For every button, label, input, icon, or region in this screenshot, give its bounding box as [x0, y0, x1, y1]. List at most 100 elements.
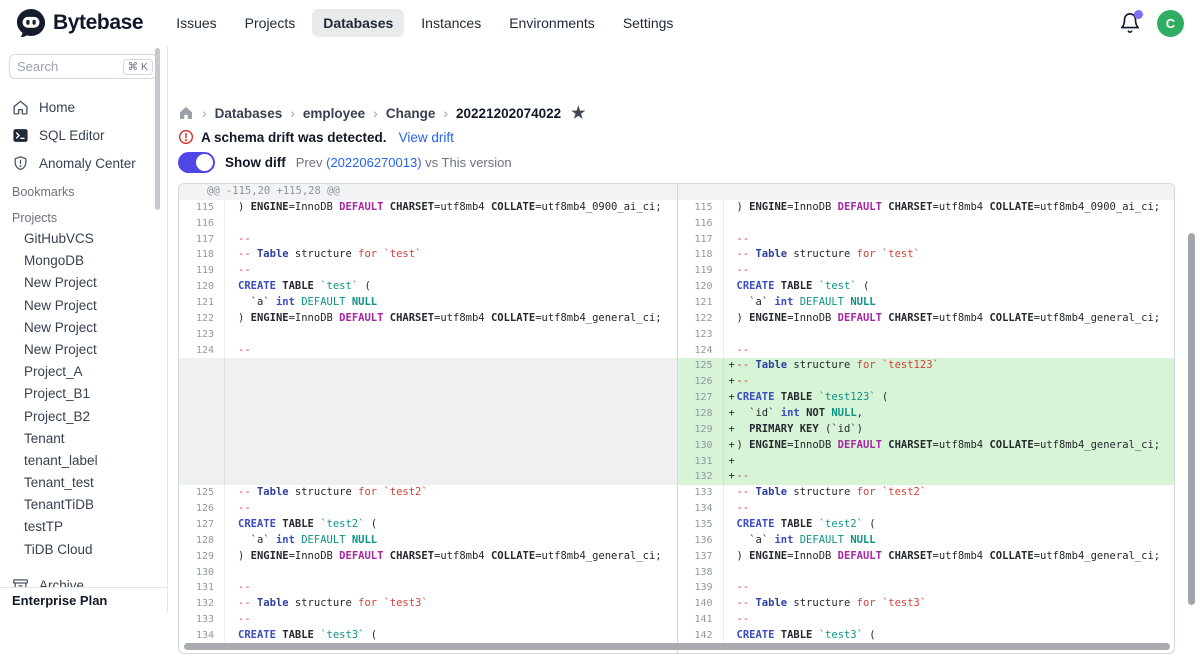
- star-icon[interactable]: ★: [571, 103, 585, 123]
- breadcrumb-item[interactable]: employee: [303, 106, 365, 121]
- navbar-item-instances[interactable]: Instances: [410, 9, 492, 37]
- code-text: CREATE TABLE `test3` (: [238, 628, 377, 644]
- diff-line: 122) ENGINE=InnoDB DEFAULT CHARSET=utf8m…: [179, 311, 677, 327]
- line-number: 136: [678, 533, 724, 549]
- project-item[interactable]: Project_B1: [0, 384, 167, 406]
- project-item[interactable]: New Project: [0, 318, 167, 340]
- view-drift-link[interactable]: View drift: [399, 130, 454, 145]
- avatar[interactable]: C: [1157, 10, 1184, 37]
- project-item[interactable]: New Project: [0, 340, 167, 362]
- addition-marker: +: [724, 374, 737, 390]
- project-item[interactable]: testTP: [0, 517, 167, 539]
- search-box[interactable]: ⌘ K: [9, 54, 158, 79]
- sidebar-item-sql-editor[interactable]: SQL Editor: [0, 121, 167, 149]
- code-text: -- Table structure for `test2`: [737, 485, 927, 501]
- code-text: `a` int DEFAULT NULL: [238, 295, 377, 311]
- diff-gap-row: [179, 438, 677, 454]
- project-item[interactable]: MongoDB: [0, 251, 167, 273]
- project-item[interactable]: TiDB Cloud: [0, 540, 167, 562]
- project-item[interactable]: New Project: [0, 273, 167, 295]
- notifications-button[interactable]: [1119, 12, 1141, 34]
- code-text: --: [238, 263, 251, 279]
- code-text: --: [737, 501, 750, 517]
- line-number: 120: [678, 279, 724, 295]
- page-scrollbar[interactable]: [1188, 233, 1195, 605]
- line-marker: [225, 501, 238, 517]
- line-marker: [724, 216, 737, 232]
- home-icon[interactable]: [178, 105, 194, 121]
- bytebase-logo[interactable]: Bytebase: [16, 8, 143, 38]
- diff-gap-row: [179, 358, 677, 374]
- line-marker: [225, 533, 238, 549]
- line-marker: [225, 596, 238, 612]
- sidebar-item-anomaly-center[interactable]: Anomaly Center: [0, 149, 167, 177]
- code-text: ) ENGINE=InnoDB DEFAULT CHARSET=utf8mb4 …: [737, 311, 1161, 327]
- diff-line: 134--: [678, 501, 1175, 517]
- diff-line: 117--: [678, 232, 1175, 248]
- code-text: --: [737, 612, 750, 628]
- code-text: CREATE TABLE `test3` (: [737, 628, 876, 644]
- navbar-item-databases[interactable]: Databases: [312, 9, 404, 37]
- diff-line: 116: [678, 216, 1175, 232]
- sidebar-item-home[interactable]: Home: [0, 93, 167, 121]
- home-icon: [12, 99, 29, 116]
- navbar-item-environments[interactable]: Environments: [498, 9, 606, 37]
- sidebar-scrollbar[interactable]: [155, 48, 160, 210]
- breadcrumb-item[interactable]: Change: [386, 106, 436, 121]
- diff-line: 122) ENGINE=InnoDB DEFAULT CHARSET=utf8m…: [678, 311, 1175, 327]
- line-marker: [225, 628, 238, 644]
- code-text: -- Table structure for `test3`: [238, 596, 428, 612]
- line-number: 140: [678, 596, 724, 612]
- project-item[interactable]: TenantTiDB: [0, 495, 167, 517]
- code-text: --: [238, 232, 251, 248]
- line-number: 139: [678, 580, 724, 596]
- code-text: CREATE TABLE `test` (: [238, 279, 371, 295]
- addition-marker: +: [724, 454, 737, 470]
- project-item[interactable]: New Project: [0, 296, 167, 318]
- line-marker: [225, 327, 238, 343]
- line-marker: [724, 549, 737, 565]
- line-number: 128: [179, 533, 225, 549]
- diff-line: 138: [678, 565, 1175, 581]
- line-number: 135: [678, 517, 724, 533]
- line-number: 128: [678, 406, 724, 422]
- line-marker: [225, 279, 238, 295]
- line-number: 117: [678, 232, 724, 248]
- line-marker: [724, 232, 737, 248]
- addition-marker: +: [724, 406, 737, 422]
- code-text: -- Table structure for `test`: [737, 247, 920, 263]
- navbar-item-issues[interactable]: Issues: [165, 9, 227, 37]
- project-item[interactable]: Project_A: [0, 362, 167, 384]
- line-number: 127: [678, 390, 724, 406]
- line-marker: [724, 247, 737, 263]
- navbar-item-projects[interactable]: Projects: [234, 9, 307, 37]
- search-input[interactable]: [17, 59, 123, 74]
- code-text: --: [737, 469, 750, 485]
- line-marker: [724, 485, 737, 501]
- code-text: -- Table structure for `test2`: [238, 485, 428, 501]
- navbar-item-settings[interactable]: Settings: [612, 9, 685, 37]
- project-item[interactable]: tenant_label: [0, 451, 167, 473]
- diff-line: 130: [179, 565, 677, 581]
- code-text: ) ENGINE=InnoDB DEFAULT CHARSET=utf8mb4 …: [737, 549, 1161, 565]
- diff-line: 128+ `id` int NOT NULL,: [678, 406, 1175, 422]
- vs-this-version-label: vs This version: [425, 155, 511, 170]
- prev-version-link[interactable]: (202206270013): [326, 155, 421, 170]
- diff-line: 120CREATE TABLE `test` (: [179, 279, 677, 295]
- project-item[interactable]: Tenant: [0, 429, 167, 451]
- project-item[interactable]: GitHubVCS: [0, 229, 167, 251]
- breadcrumb-item[interactable]: Databases: [215, 106, 283, 121]
- breadcrumb-item[interactable]: 20221202074022: [456, 106, 561, 121]
- breadcrumb-items: ›Databases›employee›Change›2022120207402…: [202, 105, 561, 121]
- line-marker: [724, 501, 737, 517]
- diff-line: 125-- Table structure for `test2`: [179, 485, 677, 501]
- toggle-knob: [196, 154, 213, 171]
- line-marker: [724, 263, 737, 279]
- horizontal-scrollbar[interactable]: [184, 643, 1170, 650]
- diff-line: 117--: [179, 232, 677, 248]
- line-number: 115: [179, 200, 225, 216]
- project-item[interactable]: Project_B2: [0, 407, 167, 429]
- line-marker: [724, 628, 737, 644]
- show-diff-toggle[interactable]: [178, 152, 215, 173]
- project-item[interactable]: Tenant_test: [0, 473, 167, 495]
